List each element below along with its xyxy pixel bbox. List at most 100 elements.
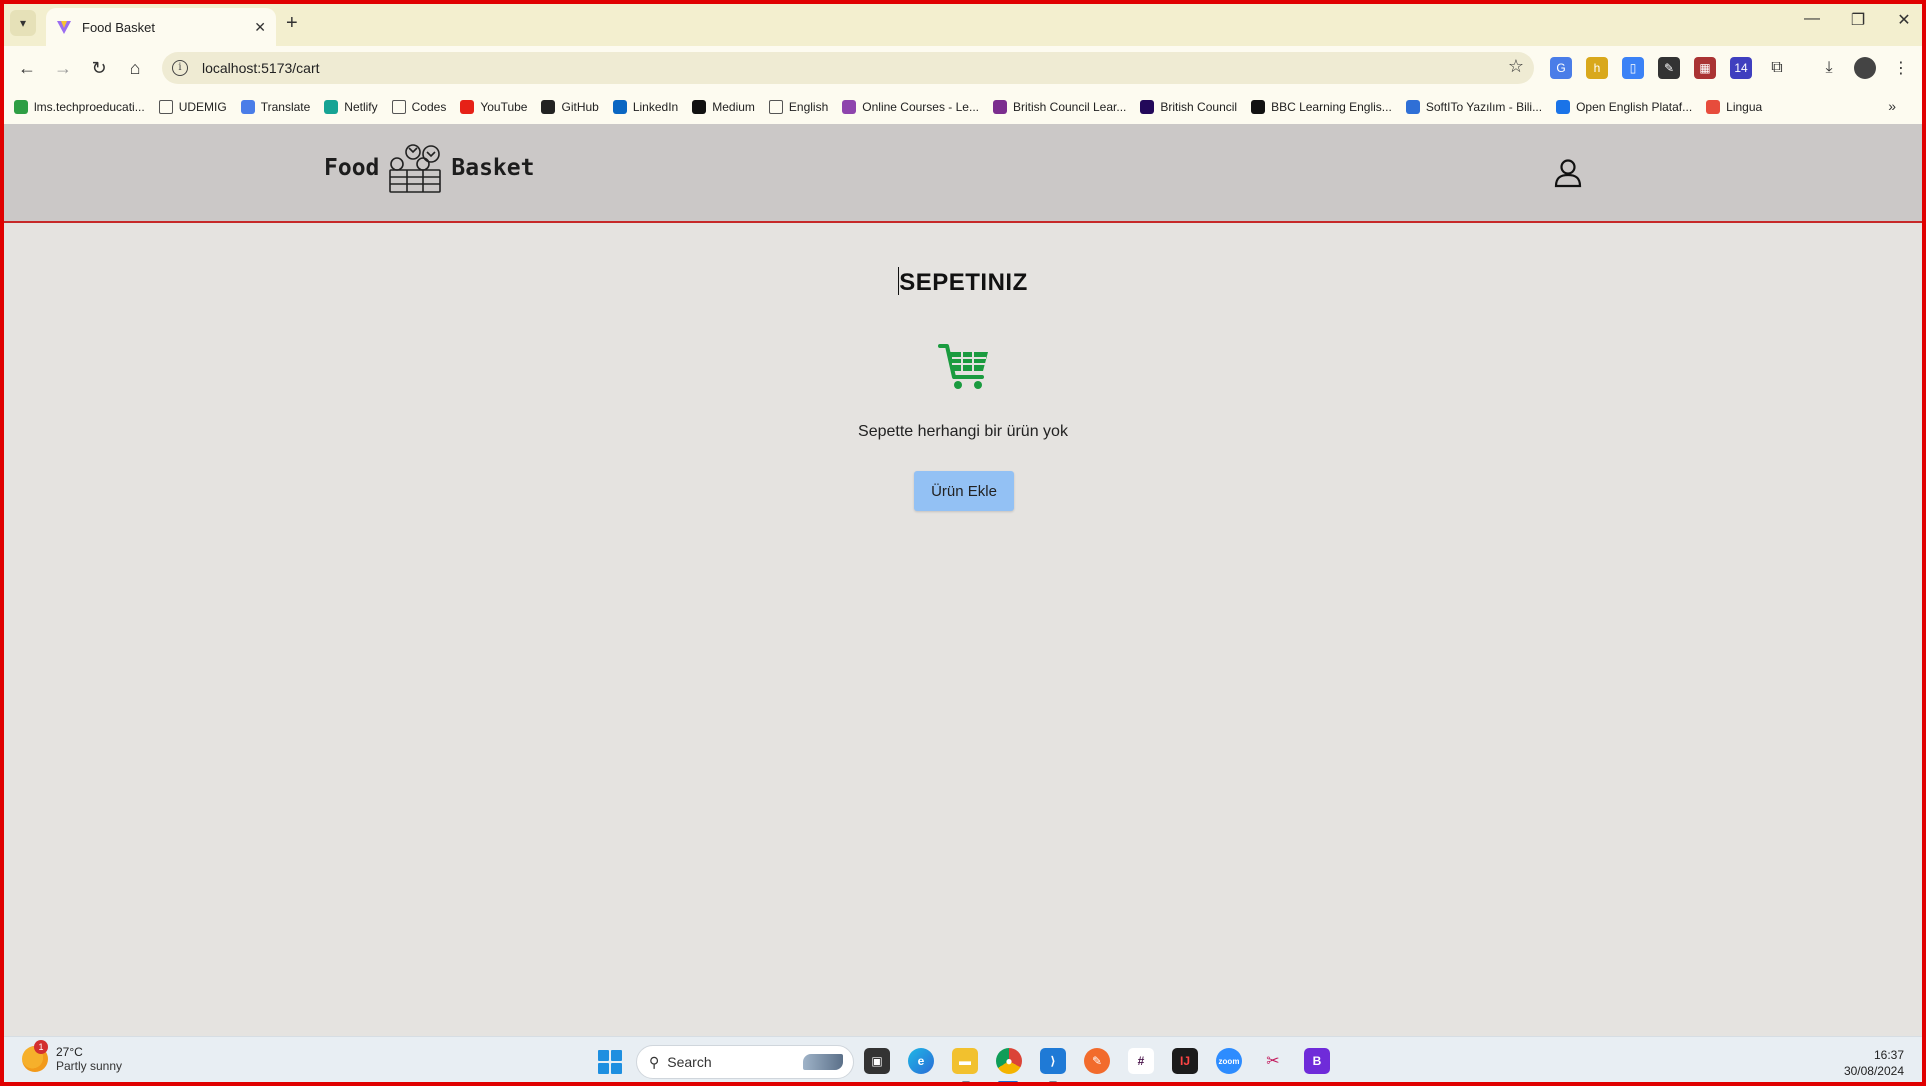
folder-icon [391, 100, 406, 114]
shopping-cart-icon [938, 344, 988, 389]
windows-start-icon[interactable] [598, 1050, 622, 1074]
bookmark-item[interactable]: Medium [692, 100, 755, 114]
tab-food-basket[interactable]: Food Basket ✕ [46, 8, 276, 46]
empty-cart-message: Sepette herhangi bir ürün yok [858, 423, 1068, 440]
extension-icon[interactable]: ▦ [1694, 57, 1716, 79]
open-english-icon [1556, 100, 1571, 114]
google-translate-extension-icon[interactable]: G [1550, 57, 1572, 79]
active-indicator [998, 1081, 1018, 1084]
task-view-icon[interactable]: ▣ [864, 1048, 890, 1074]
intellij-icon[interactable]: IJ [1172, 1048, 1198, 1074]
github-icon [541, 100, 556, 114]
more-bookmarks-icon[interactable]: » [1888, 98, 1896, 114]
brand-food-text: Food [324, 155, 380, 181]
notification-badge: 1 [34, 1040, 48, 1054]
translate-icon [240, 100, 255, 114]
running-indicator [962, 1081, 970, 1084]
browser-menu-icon[interactable]: ⋮ [1890, 57, 1912, 79]
bookmark-label: Medium [712, 100, 755, 114]
lingua-icon [1706, 100, 1721, 114]
address-bar[interactable]: i localhost:5173/cart ☆ [162, 52, 1534, 84]
tab-close-icon[interactable]: ✕ [254, 19, 266, 36]
bookmark-label: UDEMIG [178, 100, 227, 114]
tab-search-button[interactable]: ▾ [10, 10, 36, 36]
vscode-icon[interactable]: ⟩ [1040, 1048, 1066, 1074]
bookmark-item[interactable]: English [768, 100, 829, 114]
bookmark-label: GitHub [561, 100, 599, 114]
new-tab-icon[interactable]: + [286, 12, 298, 35]
tab-title: Food Basket [82, 19, 155, 35]
profile-avatar[interactable] [1854, 57, 1876, 79]
restore-icon[interactable]: ❐ [1850, 10, 1866, 30]
bookmark-label: English [788, 100, 829, 114]
postman-icon[interactable]: ✎ [1084, 1048, 1110, 1074]
weather-widget[interactable]: 1 27°C Partly sunny [22, 1040, 123, 1073]
bookmark-item[interactable]: lms.techproeducati... [14, 100, 145, 114]
softito-icon [1405, 100, 1420, 114]
bookmark-item[interactable]: BBC Learning Englis... [1251, 100, 1392, 114]
bbc-icon [1251, 100, 1266, 114]
site-info-icon[interactable]: i [172, 60, 188, 76]
bookmark-item[interactable]: British Council Lear... [992, 100, 1127, 114]
weather-description: Partly sunny [56, 1059, 123, 1073]
bookmark-label: British Council [1160, 100, 1238, 114]
folder-icon [158, 100, 173, 114]
reload-icon[interactable]: ↻ [88, 58, 110, 78]
bookmark-item[interactable]: SoftITo Yazılım - Bili... [1405, 100, 1542, 114]
bookmark-item[interactable]: British Council [1140, 100, 1237, 114]
bookmark-label: lms.techproeducati... [34, 100, 145, 114]
zoom-icon[interactable]: zoom [1216, 1048, 1242, 1074]
extension-icon[interactable]: ▯ [1622, 57, 1644, 79]
cart-page: SEPETINIZ Sepette herhangi bir ürün yok … [4, 225, 1922, 1035]
bookmark-item[interactable]: GitHub [541, 100, 599, 114]
edge-browser-icon[interactable]: e [908, 1048, 934, 1074]
system-clock[interactable]: 16:37 30/08/2024 [1844, 1047, 1904, 1079]
forward-icon[interactable]: → [52, 58, 74, 78]
file-explorer-icon[interactable]: ▬ [952, 1048, 978, 1074]
home-icon[interactable]: ⌂ [124, 58, 146, 78]
extension-icon[interactable]: 14 [1730, 57, 1752, 79]
bookmark-label: Codes [411, 100, 447, 114]
cart-title-wrapper: SEPETINIZ [4, 267, 1922, 297]
bookmark-item[interactable]: YouTube [460, 100, 527, 114]
bookmark-item[interactable]: Netlify [324, 100, 378, 114]
bookmark-label: YouTube [480, 100, 528, 114]
color-picker-extension-icon[interactable]: ✎ [1658, 57, 1680, 79]
snipping-tool-icon[interactable]: ✂ [1260, 1048, 1286, 1074]
bookmark-item[interactable]: Online Courses - Le... [842, 100, 979, 114]
user-account-icon[interactable] [1554, 158, 1582, 188]
taskbar-search[interactable]: ⚲ Search [636, 1045, 854, 1079]
extensions-puzzle-icon[interactable]: ⧉ [1766, 57, 1788, 79]
brand-logo-link[interactable]: Food Basket [324, 140, 534, 196]
close-window-icon[interactable]: ✕ [1896, 10, 1912, 30]
british-council-icon [1140, 100, 1155, 114]
bookmark-item[interactable]: Codes [391, 100, 447, 114]
bookmarks-bar: lms.techproeducati... UDEMIG Translate Netl… [0, 90, 1926, 124]
bookmark-item[interactable]: Translate [240, 100, 310, 114]
slack-icon[interactable]: # [1128, 1048, 1154, 1074]
bookmark-label: Lingua [1726, 100, 1763, 114]
online-courses-icon [842, 100, 857, 114]
weather-temperature: 27°C [56, 1045, 83, 1059]
chrome-browser-icon[interactable]: ● [996, 1048, 1022, 1074]
bookmark-item[interactable]: Lingua [1706, 100, 1762, 114]
add-product-button[interactable]: Ürün Ekle [914, 471, 1014, 511]
bookmark-item[interactable]: LinkedIn [612, 100, 679, 114]
taskbar-search-label: Search [667, 1054, 712, 1070]
cart-title: SEPETINIZ [899, 269, 1028, 296]
download-icon[interactable]: ⤓ [1818, 57, 1840, 79]
address-url[interactable]: localhost:5173/cart [202, 60, 320, 76]
search-icon: ⚲ [649, 1053, 660, 1070]
bootstrap-studio-icon[interactable]: B [1304, 1048, 1330, 1074]
bookmark-label: British Council Lear... [1012, 100, 1127, 114]
minimize-icon[interactable]: — [1804, 10, 1820, 30]
bookmark-label: BBC Learning Englis... [1271, 100, 1392, 114]
bookmark-item[interactable]: UDEMIG [158, 100, 227, 114]
extension-icon[interactable]: h [1586, 57, 1608, 79]
bookmark-star-icon[interactable]: ☆ [1508, 56, 1524, 77]
vite-favicon-icon [57, 21, 71, 34]
bookmark-item[interactable]: Open English Plataf... [1556, 100, 1692, 114]
bookmark-label: LinkedIn [632, 100, 679, 114]
back-icon[interactable]: ← [16, 58, 38, 78]
partly-sunny-icon: 1 [22, 1040, 48, 1072]
